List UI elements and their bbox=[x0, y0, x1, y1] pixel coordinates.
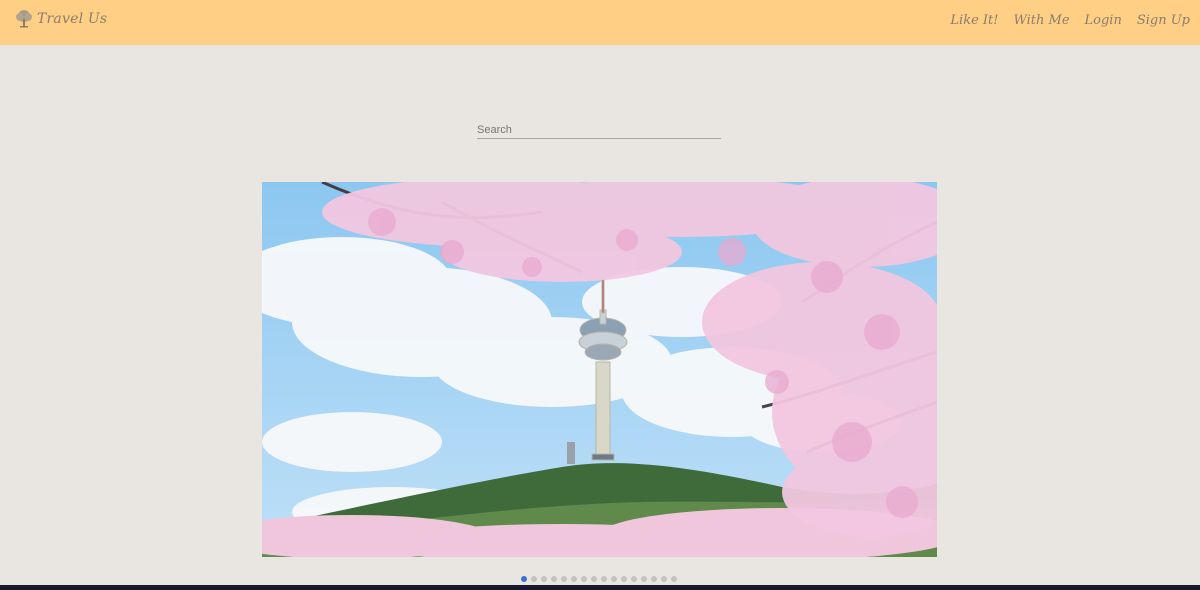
hero-carousel[interactable] bbox=[262, 182, 937, 557]
carousel-dot[interactable] bbox=[571, 576, 577, 582]
carousel-dot[interactable] bbox=[621, 576, 627, 582]
nav-with-me[interactable]: With Me bbox=[1013, 13, 1069, 28]
carousel-dot[interactable] bbox=[591, 576, 597, 582]
carousel-image bbox=[262, 182, 937, 557]
nav-sign-up[interactable]: Sign Up bbox=[1137, 13, 1190, 28]
nav-login[interactable]: Login bbox=[1085, 13, 1122, 28]
carousel-dot[interactable] bbox=[601, 576, 607, 582]
carousel-dot[interactable] bbox=[551, 576, 557, 582]
footer-bar bbox=[0, 585, 1200, 590]
tree-icon bbox=[14, 9, 34, 29]
carousel-dot[interactable] bbox=[581, 576, 587, 582]
carousel-dot[interactable] bbox=[561, 576, 567, 582]
search-box bbox=[477, 118, 721, 139]
nav-links: Like It! With Me Login Sign Up bbox=[950, 13, 1190, 28]
carousel-dot[interactable] bbox=[641, 576, 647, 582]
carousel-dot[interactable] bbox=[521, 576, 527, 582]
carousel-dot[interactable] bbox=[651, 576, 657, 582]
nav-like-it[interactable]: Like It! bbox=[950, 13, 998, 28]
brand-link[interactable]: Travel Us bbox=[14, 9, 107, 29]
carousel-dot[interactable] bbox=[531, 576, 537, 582]
carousel-dot[interactable] bbox=[611, 576, 617, 582]
carousel-dot[interactable] bbox=[541, 576, 547, 582]
top-navbar: Travel Us Like It! With Me Login Sign Up bbox=[0, 0, 1200, 45]
carousel-pagination bbox=[521, 576, 677, 582]
carousel-dot[interactable] bbox=[671, 576, 677, 582]
brand-name: Travel Us bbox=[37, 11, 108, 27]
search-input[interactable] bbox=[477, 121, 721, 139]
carousel-dot[interactable] bbox=[631, 576, 637, 582]
carousel-dot[interactable] bbox=[661, 576, 667, 582]
